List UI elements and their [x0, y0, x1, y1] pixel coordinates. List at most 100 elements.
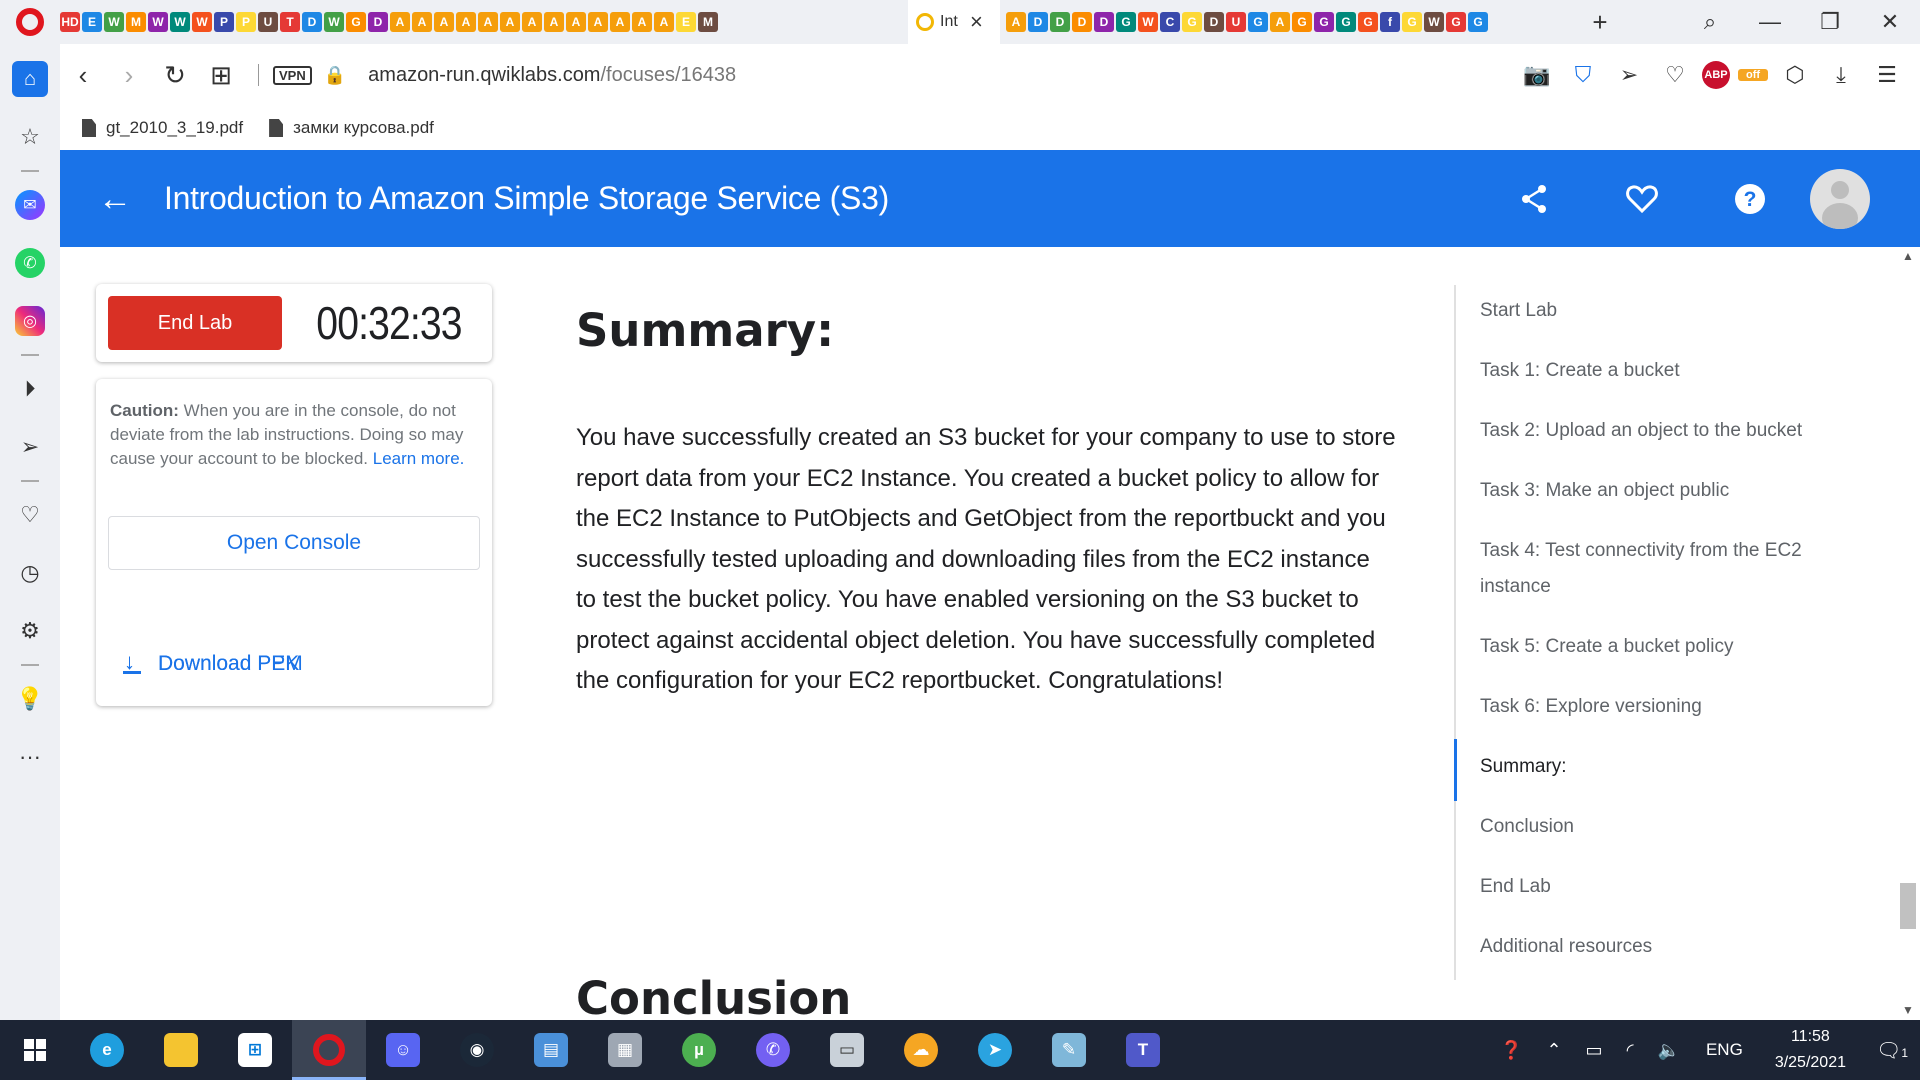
pinned-tab-favicon-icon[interactable]: W: [192, 12, 212, 32]
toc-item-end-lab[interactable]: End Lab: [1480, 869, 1850, 905]
taskbar-steam[interactable]: ◉: [440, 1020, 514, 1080]
pinned-tab-favicon-icon[interactable]: G: [1402, 12, 1422, 32]
taskbar-edge[interactable]: e: [70, 1020, 144, 1080]
notification-center-button[interactable]: 🗨1: [1864, 1038, 1920, 1063]
sidebar-player-button[interactable]: ⏵: [0, 360, 60, 418]
toc-item-task-1[interactable]: Task 1: Create a bucket: [1480, 353, 1850, 389]
pinned-tab-favicon-icon[interactable]: A: [544, 12, 564, 32]
shield-check-icon[interactable]: ⛉: [1564, 62, 1602, 88]
close-tab-icon[interactable]: ×: [970, 11, 983, 33]
pinned-tab-favicon-icon[interactable]: G: [1468, 12, 1488, 32]
pinned-tab-favicon-icon[interactable]: G: [1446, 12, 1466, 32]
pinned-tab-favicon-icon[interactable]: A: [478, 12, 498, 32]
snapshot-camera-icon[interactable]: 📷: [1518, 62, 1556, 88]
taskbar-weather[interactable]: ☁: [884, 1020, 958, 1080]
taskbar-opera[interactable]: [292, 1020, 366, 1080]
avatar[interactable]: [1810, 168, 1870, 229]
pinned-tab-favicon-icon[interactable]: A: [1006, 12, 1026, 32]
taskbar-telegram[interactable]: ➤: [958, 1020, 1032, 1080]
pinned-tab-favicon-icon[interactable]: G: [1248, 12, 1268, 32]
pinned-tab-favicon-icon[interactable]: G: [1116, 12, 1136, 32]
taskbar-notes[interactable]: ✎: [1032, 1020, 1106, 1080]
restore-button[interactable]: ❐: [1800, 9, 1860, 35]
scroll-up-icon[interactable]: ▲: [1896, 249, 1920, 263]
taskbar-utorrent[interactable]: µ: [662, 1020, 736, 1080]
toc-item-conclusion[interactable]: Conclusion: [1480, 809, 1850, 845]
pinned-tab-favicon-icon[interactable]: A: [654, 12, 674, 32]
show-hidden-icons-chevron-icon[interactable]: ⌃: [1534, 1040, 1573, 1061]
adblock-extension-icon[interactable]: ABP: [1702, 61, 1730, 89]
bookmark-item[interactable]: gt_2010_3_19.pdf: [82, 118, 243, 138]
taskbar-file-explorer[interactable]: [144, 1020, 218, 1080]
favorite-button[interactable]: [1588, 184, 1696, 213]
url-field[interactable]: amazon-run.qwiklabs.com/focuses/16438: [368, 64, 736, 87]
pinned-tab-favicon-icon[interactable]: D: [302, 12, 322, 32]
pinned-tab-favicon-icon[interactable]: C: [1160, 12, 1180, 32]
pinned-tab-favicon-icon[interactable]: A: [632, 12, 652, 32]
easy-setup-icon[interactable]: ☰: [1868, 62, 1906, 88]
pinned-tab-favicon-icon[interactable]: A: [500, 12, 520, 32]
pinned-tab-favicon-icon[interactable]: A: [566, 12, 586, 32]
search-tabs-icon[interactable]: ⌕: [1680, 9, 1740, 35]
clock[interactable]: 11:58 3/25/2021: [1757, 1024, 1864, 1076]
sidebar-send-button[interactable]: ➢: [0, 418, 60, 476]
scroll-down-icon[interactable]: ▼: [1896, 1003, 1920, 1017]
pinned-tab-favicon-icon[interactable]: A: [1270, 12, 1290, 32]
pinned-tab-favicon-icon[interactable]: D: [1072, 12, 1092, 32]
tab-overview-button[interactable]: ⊞: [198, 60, 244, 91]
sidebar-home-button[interactable]: ⌂: [0, 50, 60, 108]
forward-button[interactable]: ›: [106, 60, 152, 91]
pinned-tab-favicon-icon[interactable]: W: [170, 12, 190, 32]
pinned-tab-favicon-icon[interactable]: A: [456, 12, 476, 32]
pinned-tab-favicon-icon[interactable]: M: [126, 12, 146, 32]
pinned-tab-favicon-icon[interactable]: P: [236, 12, 256, 32]
vpn-badge[interactable]: VPN: [273, 65, 312, 85]
pinned-tab-favicon-icon[interactable]: T: [280, 12, 300, 32]
download-ppk-link[interactable]: Download PPK: [122, 649, 299, 679]
wifi-icon[interactable]: ◜: [1615, 1040, 1646, 1061]
bookmark-heart-icon[interactable]: ♡: [1656, 62, 1694, 88]
share-button[interactable]: [1480, 184, 1588, 214]
pinned-tab-favicon-icon[interactable]: M: [698, 12, 718, 32]
pinned-tab-favicon-icon[interactable]: D: [1028, 12, 1048, 32]
pinned-tab-favicon-icon[interactable]: A: [522, 12, 542, 32]
pinned-tab-favicon-icon[interactable]: A: [588, 12, 608, 32]
toc-item-additional-resources[interactable]: Additional resources: [1480, 929, 1850, 965]
pinned-tab-favicon-icon[interactable]: P: [214, 12, 234, 32]
active-tab[interactable]: Int ×: [908, 0, 1000, 44]
learn-more-link[interactable]: Learn more.: [373, 449, 465, 468]
pinned-tab-favicon-icon[interactable]: f: [1380, 12, 1400, 32]
taskbar-control-panel[interactable]: ▤: [514, 1020, 588, 1080]
sidebar-speed-dial-button[interactable]: ☆: [0, 108, 60, 166]
toc-item-task-4[interactable]: Task 4: Test connectivity from the EC2 i…: [1480, 533, 1850, 605]
pinned-tab-favicon-icon[interactable]: E: [82, 12, 102, 32]
pinned-tab-favicon-icon[interactable]: A: [412, 12, 432, 32]
toc-item-summary[interactable]: Summary:: [1480, 749, 1850, 785]
pinned-tab-favicon-icon[interactable]: D: [368, 12, 388, 32]
sidebar-tips-button[interactable]: 💡: [0, 670, 60, 728]
back-button[interactable]: ‹: [60, 60, 106, 91]
downloads-icon[interactable]: ⤓: [1822, 62, 1860, 88]
pinned-tab-favicon-icon[interactable]: A: [610, 12, 630, 32]
sidebar-instagram-button[interactable]: ◎: [0, 292, 60, 350]
pinned-tab-favicon-icon[interactable]: U: [258, 12, 278, 32]
taskbar-monitor[interactable]: ▭: [810, 1020, 884, 1080]
extensions-cube-icon[interactable]: ⬡: [1776, 62, 1814, 88]
scrollbar-thumb[interactable]: [1900, 883, 1916, 929]
end-lab-button[interactable]: End Lab: [108, 296, 282, 350]
pinned-tab-favicon-icon[interactable]: G: [1358, 12, 1378, 32]
pinned-tab-favicon-icon[interactable]: G: [346, 12, 366, 32]
toc-item-start-lab[interactable]: Start Lab: [1480, 293, 1850, 329]
pinned-tab-favicon-icon[interactable]: G: [1336, 12, 1356, 32]
pinned-tab-favicon-icon[interactable]: A: [390, 12, 410, 32]
send-page-icon[interactable]: ➢: [1610, 62, 1648, 88]
pinned-tab-favicon-icon[interactable]: A: [434, 12, 454, 32]
toc-item-task-6[interactable]: Task 6: Explore versioning: [1480, 689, 1850, 725]
sidebar-history-button[interactable]: ◷: [0, 544, 60, 602]
sidebar-bookmarks-button[interactable]: ♡: [0, 486, 60, 544]
sidebar-whatsapp-button[interactable]: ✆: [0, 234, 60, 292]
taskbar-discord[interactable]: ☺: [366, 1020, 440, 1080]
taskbar-store[interactable]: ⊞: [218, 1020, 292, 1080]
open-console-button[interactable]: Open Console: [108, 516, 480, 570]
extension-off-icon[interactable]: off: [1738, 69, 1768, 81]
